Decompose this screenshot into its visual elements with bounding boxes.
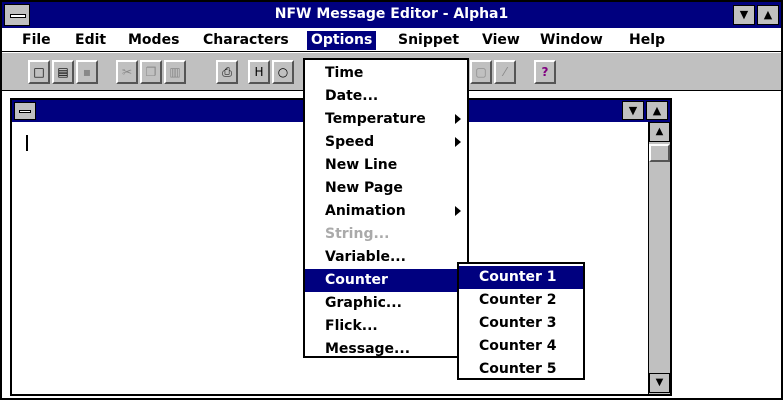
menu-item-variable[interactable]: Variable... xyxy=(305,246,467,269)
minimize-button[interactable]: ▼ xyxy=(733,5,755,25)
submenu-arrow-icon xyxy=(455,137,461,147)
submenu-item-counter-1[interactable]: Counter 1 xyxy=(459,266,583,289)
submenu-item-label: Counter 3 xyxy=(479,315,557,331)
submenu-item-label: Counter 2 xyxy=(479,292,557,308)
menu-item-label: New Page xyxy=(325,180,403,196)
menu-item-label: Speed xyxy=(325,134,375,150)
menu-bar: File Edit Modes Characters Options Snipp… xyxy=(2,28,781,52)
menu-item-label: New Line xyxy=(325,157,398,173)
menu-item-label: Time xyxy=(325,65,364,81)
submenu-item-counter-2[interactable]: Counter 2 xyxy=(459,289,583,312)
menu-modes[interactable]: Modes xyxy=(124,31,183,50)
text-caret xyxy=(26,135,28,151)
menu-help[interactable]: Help xyxy=(625,31,669,50)
menu-item-flick[interactable]: Flick... xyxy=(305,315,467,338)
menu-item-temperature[interactable]: Temperature xyxy=(305,108,467,131)
h-icon[interactable]: H xyxy=(248,60,270,84)
save-icon[interactable]: ▪ xyxy=(76,60,98,84)
document-system-menu-button[interactable] xyxy=(14,102,36,120)
menu-window[interactable]: Window xyxy=(536,31,607,50)
menu-item-label: Flick... xyxy=(325,318,378,334)
open-file-icon[interactable]: ▤ xyxy=(52,60,74,84)
menu-item-label: Variable... xyxy=(325,249,406,265)
menu-item-label: String... xyxy=(325,226,390,242)
submenu-item-label: Counter 5 xyxy=(479,361,557,377)
menu-item-counter[interactable]: Counter xyxy=(305,269,467,292)
submenu-item-label: Counter 4 xyxy=(479,338,557,354)
menu-file[interactable]: File xyxy=(18,31,55,50)
menu-view[interactable]: View xyxy=(478,31,524,50)
menu-item-time[interactable]: Time xyxy=(305,62,467,85)
menu-item-message[interactable]: Message... xyxy=(305,338,467,361)
submenu-item-counter-4[interactable]: Counter 4 xyxy=(459,335,583,358)
menu-edit[interactable]: Edit xyxy=(71,31,110,50)
menu-item-label: Message... xyxy=(325,341,411,357)
submenu-item-label: Counter 1 xyxy=(479,269,557,285)
submenu-item-counter-5[interactable]: Counter 5 xyxy=(459,358,583,381)
menu-item-graphic[interactable]: Graphic... xyxy=(305,292,467,315)
counter-submenu: Counter 1 Counter 2 Counter 3 Counter 4 … xyxy=(457,262,585,380)
document-minimize-button[interactable]: ▼ xyxy=(622,101,644,120)
cut-icon[interactable]: ✂ xyxy=(116,60,138,84)
scroll-up-button[interactable]: ▲ xyxy=(649,122,670,142)
tool-icon[interactable]: ▢ xyxy=(470,60,492,84)
paste-icon[interactable]: ▥ xyxy=(164,60,186,84)
title-bar[interactable]: NFW Message Editor - Alpha1 ▼ ▲ xyxy=(2,2,781,28)
submenu-arrow-icon xyxy=(455,206,461,216)
document-menu-icon xyxy=(19,110,31,113)
menu-item-new-line[interactable]: New Line xyxy=(305,154,467,177)
menu-options[interactable]: Options xyxy=(307,31,377,50)
print-icon[interactable]: ⎙ xyxy=(216,60,238,84)
submenu-item-counter-3[interactable]: Counter 3 xyxy=(459,312,583,335)
menu-item-label: Graphic... xyxy=(325,295,402,311)
tool2-icon[interactable]: ⁄ xyxy=(494,60,516,84)
options-menu: Time Date... Temperature Speed New Line … xyxy=(303,58,469,358)
menu-item-new-page[interactable]: New Page xyxy=(305,177,467,200)
help-icon[interactable]: ? xyxy=(534,60,556,84)
menu-item-label: Animation xyxy=(325,203,406,219)
copy-icon[interactable]: ❐ xyxy=(140,60,162,84)
circle-icon[interactable]: ○ xyxy=(272,60,294,84)
menu-item-date[interactable]: Date... xyxy=(305,85,467,108)
menu-item-speed[interactable]: Speed xyxy=(305,131,467,154)
menu-item-label: Date... xyxy=(325,88,379,104)
menu-item-label: Counter xyxy=(325,272,388,288)
new-file-icon[interactable]: □ xyxy=(28,60,50,84)
menu-item-label: Temperature xyxy=(325,111,426,127)
menu-characters[interactable]: Characters xyxy=(199,31,293,50)
scroll-thumb[interactable] xyxy=(649,144,670,162)
submenu-arrow-icon xyxy=(455,114,461,124)
app-window: NFW Message Editor - Alpha1 ▼ ▲ File Edi… xyxy=(0,0,783,400)
maximize-button[interactable]: ▲ xyxy=(757,5,779,25)
window-title: NFW Message Editor - Alpha1 xyxy=(274,6,509,22)
document-maximize-button[interactable]: ▲ xyxy=(646,101,668,120)
menu-item-string: String... xyxy=(305,223,467,246)
scroll-down-button[interactable]: ▼ xyxy=(649,373,670,393)
vertical-scrollbar[interactable]: ▲ ▼ xyxy=(648,122,670,394)
menu-snippet[interactable]: Snippet xyxy=(394,31,463,50)
menu-item-animation[interactable]: Animation xyxy=(305,200,467,223)
